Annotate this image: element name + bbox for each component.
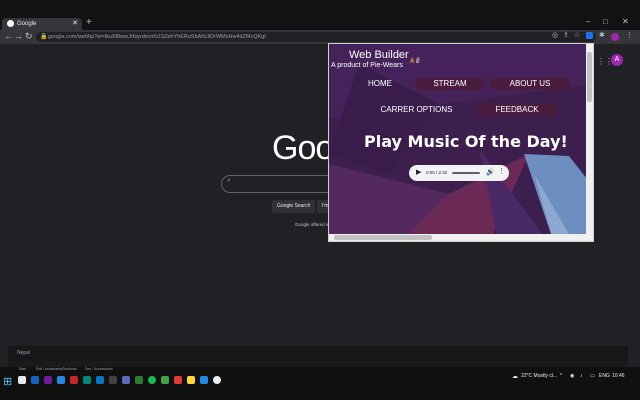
lock-icon: 🔒 [40,34,48,40]
taskbar-label: Start [19,367,27,371]
file-explorer-icon[interactable] [187,376,195,384]
close-window-button[interactable]: ✕ [622,17,629,26]
tray-arrow-icon[interactable]: ^ [560,373,562,379]
back-icon[interactable]: ← [4,31,13,41]
tab-strip: Google ✕ + – □ ✕ [0,0,640,30]
windows-start-icon[interactable]: ⊞ [3,375,12,388]
google-logo: Goo [272,129,334,167]
app-icon[interactable] [161,376,169,384]
google-search-button[interactable]: Google Search [272,200,316,213]
popup-subtitle: A product of Pie-Wears [331,62,403,69]
address-bar[interactable]: 🔒 google.com/webhp?ei=lkuX8bxwJrfsyrdvcn… [36,32,596,42]
tab-title: Google [17,21,37,27]
stream-button[interactable]: STREAM [415,78,485,90]
app-icon[interactable] [174,376,182,384]
weather-icon[interactable]: ☁ [512,373,518,380]
taskbar-label: Shortcuts [62,367,77,371]
feedback-button[interactable]: FEEDBACK [476,104,558,116]
taskbar: Start Edit / bookmarks Shortcuts Dev / A… [0,367,640,400]
volume-icon[interactable]: ♪ [580,373,583,379]
minimize-button[interactable]: – [586,17,590,26]
scroll-thumb[interactable] [334,235,432,240]
search-taskbar-icon[interactable] [18,376,26,384]
avatar[interactable]: A [611,54,623,66]
clay-figures-icon: 🧸🗿 [409,58,422,64]
browser-toolbar: ← → ↻ 🔒 google.com/webhp?ei=lkuX8bxwJrfs… [0,30,640,44]
chrome-icon[interactable] [213,376,221,384]
audio-seek-slider[interactable] [452,172,480,174]
reload-icon[interactable]: ↻ [25,31,33,42]
play-icon[interactable]: ▶ [416,168,421,176]
volume-icon[interactable]: 🔊 [486,168,495,176]
photoshop-icon[interactable] [31,376,39,384]
offered-in-text: Google offered in: [295,222,331,227]
about-us-button[interactable]: ABOUT US [490,78,570,90]
google-lens-icon[interactable]: ◎ [552,31,558,39]
app-icon[interactable] [200,376,208,384]
web-builder-popup: Web Builder 🧸🗿 A product of Pie-Wears HO… [328,43,594,242]
career-options-button[interactable]: CARRER OPTIONS [369,104,464,116]
share-icon[interactable]: ⇪ [563,31,569,39]
taskbar-label: Edit / bookmarks [36,367,63,371]
app-icon[interactable] [135,376,143,384]
app-icon[interactable] [109,376,117,384]
scroll-thumb[interactable] [587,52,592,102]
more-options-icon[interactable]: ⋮ [498,167,505,175]
extension-icon[interactable] [586,32,593,39]
app-icon[interactable] [57,376,65,384]
search-icon: ⌕ [227,177,231,184]
taskbar-label: Dev / Accessories [85,367,113,371]
menu-icon[interactable]: ⋮ [626,31,633,39]
network-icon[interactable]: ◉ [570,373,574,379]
spotify-icon[interactable] [148,376,156,384]
profile-icon[interactable] [611,33,619,41]
tab-google[interactable]: Google ✕ [2,18,82,30]
url-text: google.com/webhp?ei=lkuX8bxwJrfsyrdvcnhU… [48,34,266,40]
battery-icon[interactable]: ▭ [590,373,595,379]
clock[interactable]: 10:46 [612,373,625,379]
footer-country: Nepal [17,350,31,356]
popup-title: Web Builder [349,49,409,61]
music-headline: Play Music Of the Day! [364,132,568,151]
tab-close-icon[interactable]: ✕ [72,18,78,30]
language-indicator[interactable]: ENG [599,373,610,379]
audio-player[interactable]: ▶ 0:00 / 2:32 🔊 ⋮ [409,165,509,181]
audio-time: 0:00 / 2:32 [426,170,448,175]
new-tab-button[interactable]: + [86,17,92,28]
maximize-button[interactable]: □ [603,17,608,26]
home-button[interactable]: HOME [359,78,401,90]
popup-vertical-scrollbar[interactable] [586,44,593,234]
footer-country-bar: Nepal [8,346,628,361]
bookmark-star-icon[interactable]: ☆ [574,31,580,39]
app-icon[interactable] [83,376,91,384]
google-favicon-icon [7,20,14,27]
app-icon[interactable] [70,376,78,384]
premiere-icon[interactable] [44,376,52,384]
app-icon[interactable] [122,376,130,384]
weather-text[interactable]: 22°C Mostly cl... [521,373,557,379]
forward-icon[interactable]: → [14,31,23,41]
popup-horizontal-scrollbar[interactable] [329,234,593,241]
extensions-puzzle-icon[interactable]: ✱ [599,31,605,39]
app-icon[interactable] [96,376,104,384]
